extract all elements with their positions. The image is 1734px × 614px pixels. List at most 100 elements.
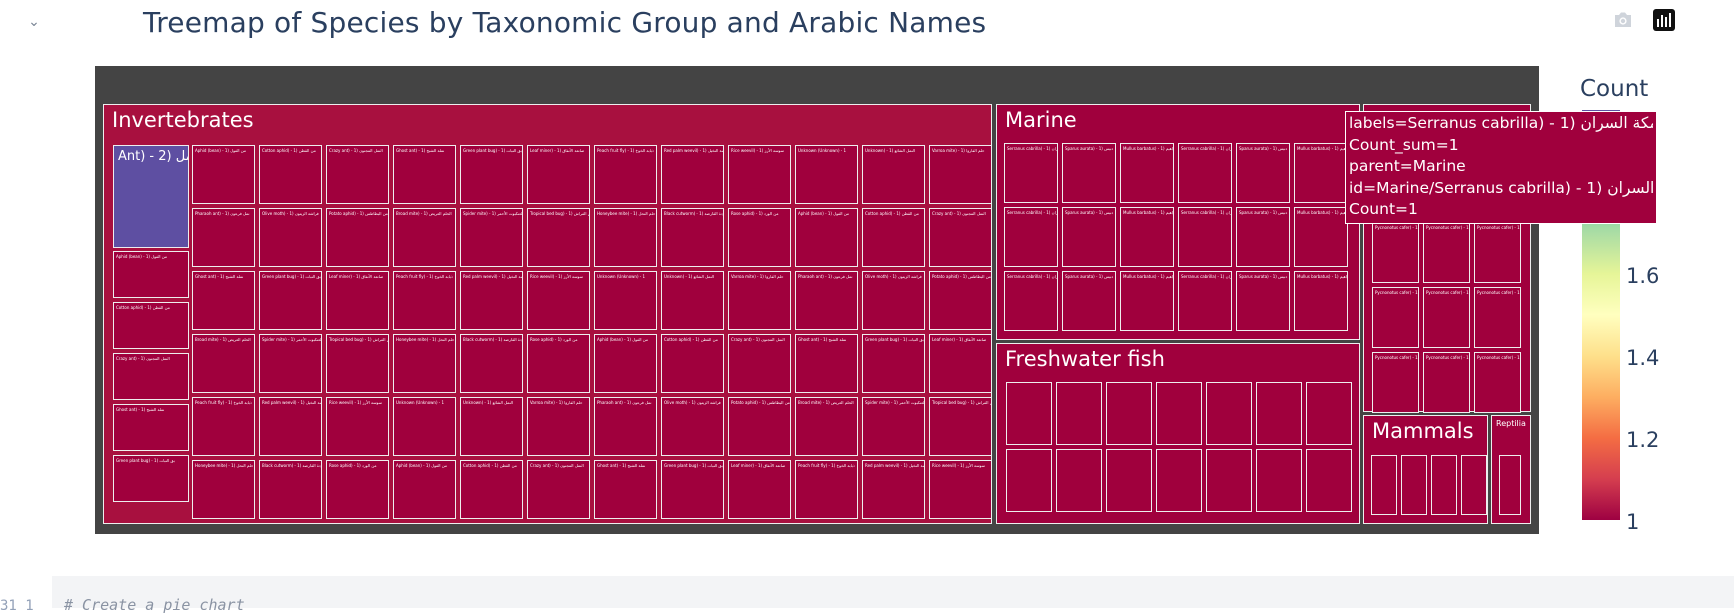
leaf-invertebrates-67[interactable]: Green plant bug) - 1) بق النبات: [661, 460, 724, 519]
leaf-invertebrates-66[interactable]: Ghost ant) - 1) نملة الشبح: [594, 460, 657, 519]
leaf-invertebrates-4[interactable]: Green plant bug) - 1) بق النبات: [460, 145, 523, 204]
leaf-invertebrates-44[interactable]: Crazy ant) - 1) النمل المجنون: [728, 334, 791, 393]
leaf-invertebrates-55[interactable]: Olive moth) - 1) فراشة الزيتون: [661, 397, 724, 456]
leaf-invertebrates-6[interactable]: Peach fruit fly) - 1) ذبابة الخوخ: [594, 145, 657, 204]
leaf-invertebrates-27[interactable]: Peach fruit fly) - 1) ذبابة الخوخ: [393, 271, 456, 330]
leaf-marine-8[interactable]: Mullus barbatus) - 1) سلطان إبراهيم: [1120, 207, 1174, 267]
leaf-freshwater-fish-2[interactable]: [1106, 382, 1152, 445]
leaf-invertebrates-0[interactable]: Aphid (bean) - 1) من الفول: [192, 145, 255, 204]
leaf-invertebrates-58[interactable]: Spider mite) - 1) العنكبوت الأحمر: [862, 397, 925, 456]
leaf-invertebrates-71[interactable]: Rice weevil) - 1) سوسة الأرز: [929, 460, 992, 519]
leaf-marine-4[interactable]: Sparus aurata) - 1) دنيس: [1236, 143, 1290, 203]
leaf-marine-3[interactable]: Serranus cabrilla) - 1) سمكة السران: [1178, 143, 1232, 203]
leaf-invertebrates-34[interactable]: Olive moth) - 1) فراشة الزيتون: [862, 271, 925, 330]
leaf-invertebrates-30[interactable]: Unknown (Unknown) - 1: [594, 271, 657, 330]
leaf-invertebrates-28[interactable]: Red palm weevil) - 1) سوسة النخيل: [460, 271, 523, 330]
leaf-reptilia-0[interactable]: [1499, 455, 1521, 515]
leaf-invertebrates-7[interactable]: Red palm weevil) - 1) سوسة النخيل: [661, 145, 724, 204]
code-editor[interactable]: # Create a pie chart: [52, 576, 1734, 614]
leaf-invertebrates-4[interactable]: Green plant bug) - 1) بق النبات: [113, 455, 189, 502]
leaf-invertebrates-42[interactable]: Aphid (bean) - 1) من الفول: [594, 334, 657, 393]
leaf-invertebrates-47[interactable]: Leaf miner) - 1) صانعة الأنفاق: [929, 334, 992, 393]
leaf-birds-7[interactable]: Pycnonotus cafer) - 1) بلبل أحمر العجز: [1423, 352, 1470, 413]
leaf-invertebrates-2[interactable]: Crazy ant) - 1) النمل المجنون: [326, 145, 389, 204]
camera-icon[interactable]: [1611, 8, 1635, 32]
leaf-invertebrates-19[interactable]: Black cutworm) - 1) الدودة القارضة: [661, 208, 724, 267]
bar-chart-icon[interactable]: [1652, 8, 1676, 32]
leaf-marine-5[interactable]: Mullus barbatus) - 1) سلطان إبراهيم: [1294, 143, 1348, 203]
leaf-freshwater-fish-10[interactable]: [1156, 449, 1202, 512]
leaf-invertebrates-9[interactable]: Unknown (Unknown) - 1: [795, 145, 858, 204]
leaf-invertebrates-41[interactable]: Rose aphid) - 1) من الورد: [527, 334, 590, 393]
leaf-invertebrates-45[interactable]: Ghost ant) - 1) نملة الشبح: [795, 334, 858, 393]
leaf-mammals-3[interactable]: [1461, 455, 1487, 515]
leaf-mammals-2[interactable]: [1431, 455, 1457, 515]
leaf-marine-7[interactable]: Sparus aurata) - 1) دنيس: [1062, 207, 1116, 267]
leaf-invertebrates-0[interactable]: Aphid (bean) - 1) من الفول: [113, 251, 189, 298]
leaf-invertebrates-50[interactable]: Rice weevil) - 1) سوسة الأرز: [326, 397, 389, 456]
leaf-invertebrates-69[interactable]: Peach fruit fly) - 1) ذبابة الخوخ: [795, 460, 858, 519]
leaf-invertebrates-23[interactable]: Crazy ant) - 1) النمل المجنون: [929, 208, 992, 267]
leaf-birds-0[interactable]: Pycnonotus cafer) - 1) بلبل أحمر العجز: [1372, 222, 1419, 283]
leaf-invertebrates-13[interactable]: Olive moth) - 1) فراشة الزيتون: [259, 208, 322, 267]
leaf-invertebrates-40[interactable]: Black cutworm) - 1) الدودة القارضة: [460, 334, 523, 393]
leaf-freshwater-fish-13[interactable]: [1306, 449, 1352, 512]
leaf-invertebrates-20[interactable]: Rose aphid) - 1) من الورد: [728, 208, 791, 267]
leaf-freshwater-fish-11[interactable]: [1206, 449, 1252, 512]
leaf-birds-3[interactable]: Pycnonotus cafer) - 1) بلبل أحمر العجز: [1372, 287, 1419, 348]
leaf-freshwater-fish-7[interactable]: [1006, 449, 1052, 512]
leaf-freshwater-fish-3[interactable]: [1156, 382, 1202, 445]
leaf-birds-6[interactable]: Pycnonotus cafer) - 1) بلبل أحمر العجز: [1372, 352, 1419, 413]
leaf-invertebrates-35[interactable]: Potato aphid) - 1) من البطاطس: [929, 271, 992, 330]
leaf-invertebrates-38[interactable]: Tropical bed bug) - 1) بق الفراش: [326, 334, 389, 393]
leaf-invertebrates-61[interactable]: Black cutworm) - 1) الدودة القارضة: [259, 460, 322, 519]
leaf-invertebrates-3[interactable]: Ghost ant) - 1) نملة الشبح: [113, 404, 189, 451]
leaf-invertebrates-52[interactable]: Unknown) - 1) النمل الشائع: [460, 397, 523, 456]
leaf-freshwater-fish-0[interactable]: [1006, 382, 1052, 445]
leaf-invertebrates-37[interactable]: Spider mite) - 1) العنكبوت الأحمر: [259, 334, 322, 393]
leaf-invertebrates-68[interactable]: Leaf miner) - 1) صانعة الأنفاق: [728, 460, 791, 519]
collapse-chevron-icon[interactable]: ⌄: [24, 12, 44, 32]
leaf-mammals-0[interactable]: [1371, 455, 1397, 515]
leaf-invertebrates-22[interactable]: Cotton aphid) - 1) من القطن: [862, 208, 925, 267]
leaf-invertebrates-12[interactable]: Pharaoh ant) - 1) نمل فرعون: [192, 208, 255, 267]
leaf-freshwater-fish-8[interactable]: [1056, 449, 1102, 512]
leaf-invertebrates-54[interactable]: Pharaoh ant) - 1) نمل فرعون: [594, 397, 657, 456]
leaf-freshwater-fish-1[interactable]: [1056, 382, 1102, 445]
leaf-marine-1[interactable]: Sparus aurata) - 1) دنيس: [1062, 143, 1116, 203]
leaf-birds-4[interactable]: Pycnonotus cafer) - 1) بلبل أحمر العجز: [1423, 287, 1470, 348]
leaf-invertebrates-31[interactable]: Unknown) - 1) النمل الشائع: [661, 271, 724, 330]
leaf-marine-11[interactable]: Mullus barbatus) - 1) سلطان إبراهيم: [1294, 207, 1348, 267]
leaf-invertebrates-36[interactable]: Broad mite) - 1) الحلم العريض: [192, 334, 255, 393]
leaf-marine-9[interactable]: Serranus cabrilla) - 1) سمكة السران: [1178, 207, 1232, 267]
leaf-freshwater-fish-5[interactable]: [1256, 382, 1302, 445]
leaf-invertebrates-10[interactable]: Unknown) - 1) النمل الشائع: [862, 145, 925, 204]
leaf-invertebrates-1[interactable]: Cotton aphid) - 1) من القطن: [113, 302, 189, 349]
leaf-invertebrates-17[interactable]: Tropical bed bug) - 1) بق الفراش: [527, 208, 590, 267]
leaf-invertebrates-24[interactable]: Ghost ant) - 1) نملة الشبح: [192, 271, 255, 330]
leaf-marine-13[interactable]: Sparus aurata) - 1) دنيس: [1062, 271, 1116, 331]
leaf-marine-0[interactable]: Serranus cabrilla) - 1) سمكة السران: [1004, 143, 1058, 203]
leaf-invertebrates-64[interactable]: Cotton aphid) - 1) من القطن: [460, 460, 523, 519]
leaf-marine-14[interactable]: Mullus barbatus) - 1) سلطان إبراهيم: [1120, 271, 1174, 331]
leaf-invertebrates-14[interactable]: Potato aphid) - 1) من البطاطس: [326, 208, 389, 267]
leaf-invertebrates-5[interactable]: Leaf miner) - 1) صانعة الأنفاق: [527, 145, 590, 204]
leaf-invertebrates-70[interactable]: Red palm weevil) - 1) سوسة النخيل: [862, 460, 925, 519]
leaf-invertebrates-65[interactable]: Crazy ant) - 1) النمل المجنون: [527, 460, 590, 519]
leaf-invertebrates-59[interactable]: Tropical bed bug) - 1) بق الفراش: [929, 397, 992, 456]
leaf-invertebrates-1[interactable]: Cotton aphid) - 1) من القطن: [259, 145, 322, 204]
leaf-birds-5[interactable]: Pycnonotus cafer) - 1) بلبل أحمر العجز: [1474, 287, 1521, 348]
leaf-invertebrates-43[interactable]: Cotton aphid) - 1) من القطن: [661, 334, 724, 393]
leaf-invertebrates-46[interactable]: Green plant bug) - 1) بق النبات: [862, 334, 925, 393]
leaf-mammals-1[interactable]: [1401, 455, 1427, 515]
leaf-invertebrates-16[interactable]: Spider mite) - 1) العنكبوت الأحمر: [460, 208, 523, 267]
leaf-marine-17[interactable]: Mullus barbatus) - 1) سلطان إبراهيم: [1294, 271, 1348, 331]
leaf-marine-16[interactable]: Sparus aurata) - 1) دنيس: [1236, 271, 1290, 331]
leaf-marine-10[interactable]: Sparus aurata) - 1) دنيس: [1236, 207, 1290, 267]
leaf-invertebrates-25[interactable]: Green plant bug) - 1) بق النبات: [259, 271, 322, 330]
leaf-invertebrates-2[interactable]: Crazy ant) - 1) النمل المجنون: [113, 353, 189, 400]
leaf-invertebrates-32[interactable]: Varroa mite) - 1) حلم الفاروا: [728, 271, 791, 330]
leaf-marine-6[interactable]: Serranus cabrilla) - 1) سمكة السران: [1004, 207, 1058, 267]
leaf-invertebrates-21[interactable]: Aphid (bean) - 1) من الفول: [795, 208, 858, 267]
leaf-marine-15[interactable]: Serranus cabrilla) - 1) سمكة السران: [1178, 271, 1232, 331]
